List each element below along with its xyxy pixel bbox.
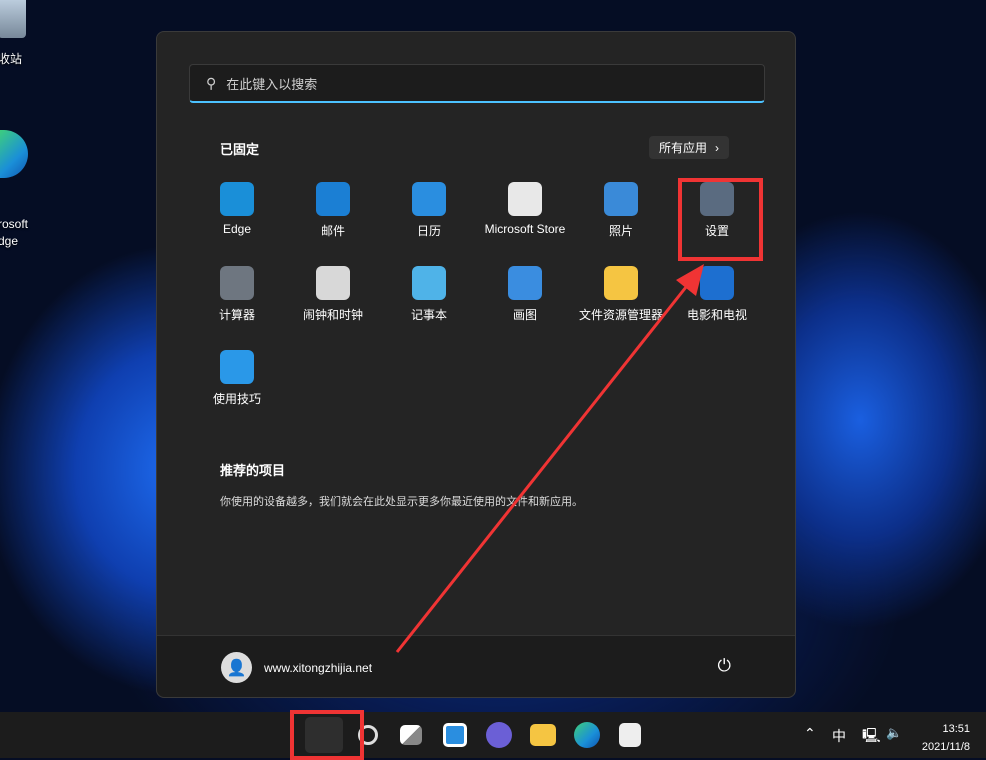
- annotation-arrow: [0, 0, 986, 758]
